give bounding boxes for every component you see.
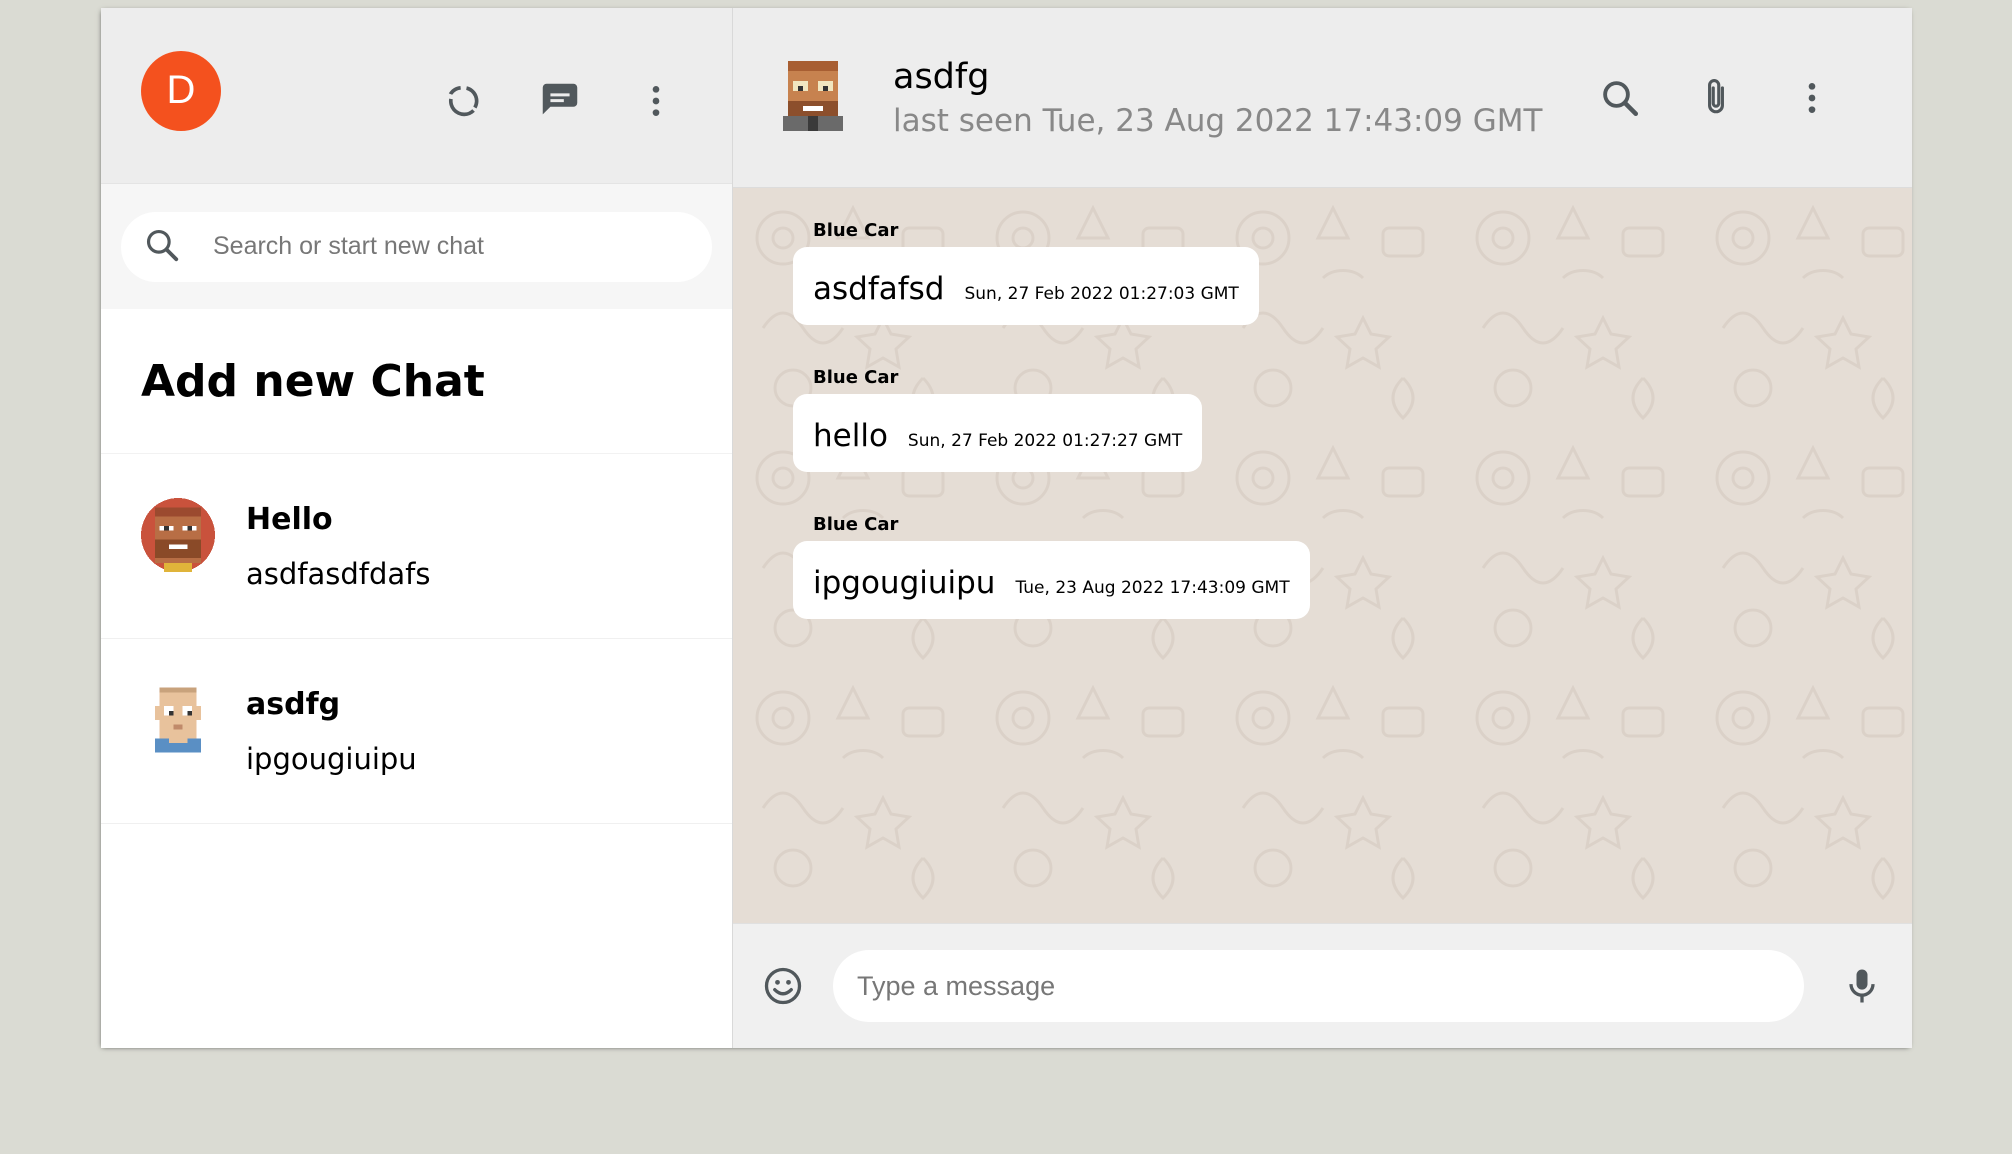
new-chat-icon[interactable] <box>532 73 588 129</box>
contact-avatar <box>141 683 215 761</box>
sidebar: D Add new Chat <box>101 8 733 1048</box>
contact-name: Hello <box>246 502 333 537</box>
message-timestamp: Tue, 23 Aug 2022 17:43:09 GMT <box>1015 578 1290 598</box>
sidebar-header-icons <box>436 73 684 129</box>
search-bar <box>121 211 712 282</box>
status-icon[interactable] <box>436 73 492 129</box>
message-sender: Blue Car <box>813 367 899 388</box>
message-sender: Blue Car <box>813 220 899 241</box>
attach-icon[interactable] <box>1688 70 1744 126</box>
search-icon <box>143 226 181 268</box>
message-text: hello <box>813 418 888 454</box>
message-group: Blue Car ipgougiuipu Tue, 23 Aug 2022 17… <box>793 514 1852 659</box>
chat-header-info: asdfg last seen Tue, 23 Aug 2022 17:43:0… <box>893 57 1592 139</box>
chat-header-icons <box>1592 70 1840 126</box>
search-icon[interactable] <box>1592 70 1648 126</box>
message-bubble[interactable]: asdfafsd Sun, 27 Feb 2022 01:27:03 GMT <box>793 247 1259 325</box>
message-text: ipgougiuipu <box>813 565 996 601</box>
chat-list-item[interactable]: Hello asdfasdfdafs <box>101 454 732 639</box>
message-text: asdfafsd <box>813 271 945 307</box>
more-vert-icon[interactable] <box>628 73 684 129</box>
chat-contact-name: asdfg <box>893 56 990 97</box>
add-new-chat-label: Add new Chat <box>141 355 485 407</box>
message-sender: Blue Car <box>813 514 899 535</box>
sidebar-header: D <box>101 8 732 184</box>
chat-info: asdfg ipgougiuipu <box>246 683 417 776</box>
chat-pane: asdfg last seen Tue, 23 Aug 2022 17:43:0… <box>733 8 1912 1048</box>
chat-footer <box>733 923 1912 1048</box>
message-timestamp: Sun, 27 Feb 2022 01:27:27 GMT <box>907 431 1183 451</box>
last-seen-status: last seen Tue, 23 Aug 2022 17:43:09 GMT <box>893 102 1543 139</box>
message-input-container <box>833 950 1804 1022</box>
last-message: ipgougiuipu <box>246 742 417 776</box>
message-bubble[interactable]: hello Sun, 27 Feb 2022 01:27:27 GMT <box>793 394 1203 472</box>
message-bubble[interactable]: ipgougiuipu Tue, 23 Aug 2022 17:43:09 GM… <box>793 541 1310 619</box>
mic-icon[interactable] <box>1834 958 1890 1014</box>
chat-body[interactable]: Blue Car asdfafsd Sun, 27 Feb 2022 01:27… <box>733 188 1912 923</box>
emoji-icon[interactable] <box>755 958 811 1014</box>
message-timestamp: Sun, 27 Feb 2022 01:27:03 GMT <box>964 284 1239 304</box>
search-container <box>101 184 732 309</box>
message-group: Blue Car asdfafsd Sun, 27 Feb 2022 01:27… <box>793 220 1852 365</box>
message-list: Blue Car asdfafsd Sun, 27 Feb 2022 01:27… <box>793 220 1852 659</box>
message-input[interactable] <box>855 969 1782 1003</box>
chat-app-window: D Add new Chat <box>101 8 1912 1048</box>
more-vert-icon[interactable] <box>1784 70 1840 126</box>
message-group: Blue Car hello Sun, 27 Feb 2022 01:27:27… <box>793 367 1852 512</box>
chat-header: asdfg last seen Tue, 23 Aug 2022 17:43:0… <box>733 8 1912 188</box>
chat-info: Hello asdfasdfdafs <box>246 498 431 591</box>
chat-list-item[interactable]: asdfg ipgougiuipu <box>101 639 732 824</box>
search-input[interactable] <box>211 231 653 262</box>
user-avatar[interactable]: D <box>141 50 221 131</box>
add-new-chat[interactable]: Add new Chat <box>101 309 732 454</box>
chat-header-avatar[interactable] <box>773 56 853 140</box>
contact-avatar <box>141 498 215 576</box>
contact-name: asdfg <box>246 687 341 722</box>
last-message: asdfasdfdafs <box>246 557 431 591</box>
